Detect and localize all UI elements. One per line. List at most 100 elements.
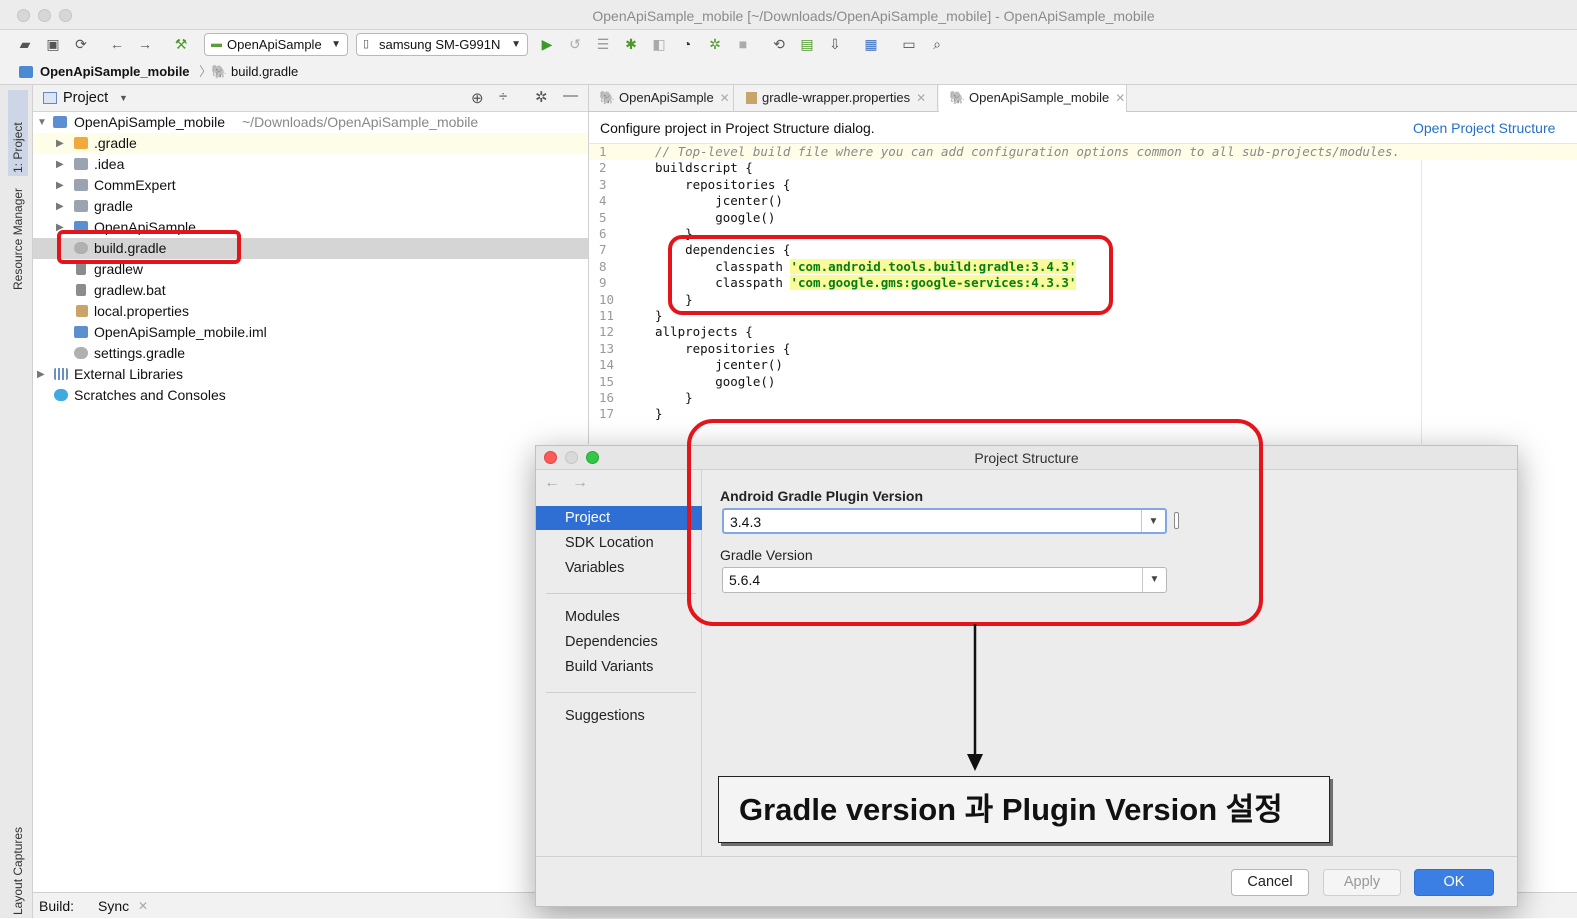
build-hammer-icon[interactable]: ⚒ xyxy=(172,35,190,53)
library-folder-icon xyxy=(74,179,88,191)
resource-manager-tab[interactable]: Resource Manager xyxy=(11,188,25,290)
forward-arrow-icon[interactable]: → xyxy=(136,35,154,53)
project-view-label[interactable]: Project xyxy=(63,90,108,106)
open-project-structure-link[interactable]: Open Project Structure xyxy=(1413,112,1555,144)
close-tab-icon[interactable]: ✕ xyxy=(1115,91,1125,105)
tree-item-scratches[interactable]: Scratches and Consoles xyxy=(33,385,588,406)
debug-icon[interactable]: ✱ xyxy=(622,35,640,53)
apply-changes-icon[interactable]: ↺ xyxy=(566,35,584,53)
save-icon[interactable]: ▣ xyxy=(44,35,62,53)
code-line: 12 allprojects { xyxy=(589,324,1577,340)
close-dialog-button[interactable] xyxy=(544,451,557,464)
close-tab-icon[interactable]: ✕ xyxy=(138,893,148,919)
line-number: 14 xyxy=(599,357,615,373)
tree-item-gradlew-bat[interactable]: gradlew.bat xyxy=(33,280,588,301)
close-tab-icon[interactable]: ✕ xyxy=(916,91,926,105)
zoom-dialog-button[interactable] xyxy=(586,451,599,464)
cancel-button[interactable]: Cancel xyxy=(1231,869,1309,896)
tab-openapisample-mobile[interactable]: 🐘 OpenApiSample_mobile ✕ xyxy=(939,85,1127,112)
code-line: 15 google() xyxy=(589,374,1577,390)
expand-arrow-icon[interactable]: ▶ xyxy=(56,154,64,175)
breadcrumb-file[interactable]: build.gradle xyxy=(231,59,298,85)
ok-button[interactable]: OK xyxy=(1414,869,1494,896)
expand-arrow-icon[interactable]: ▶ xyxy=(56,133,64,154)
tree-item-path: ~/Downloads/OpenApiSample_mobile xyxy=(242,114,479,130)
coverage-icon[interactable]: ◧ xyxy=(650,35,668,53)
notice-text: Configure project in Project Structure d… xyxy=(600,120,875,136)
nav-item-dependencies[interactable]: Dependencies xyxy=(536,630,702,654)
tree-item-idea[interactable]: ▶ .idea xyxy=(33,154,588,175)
layout-inspector-icon[interactable]: ▭ xyxy=(900,35,918,53)
tab-openapisample[interactable]: 🐘 OpenApiSample ✕ xyxy=(589,85,734,112)
line-number: 10 xyxy=(599,291,615,307)
device-combo[interactable]: ▯ samsung SM-G991N ▼ xyxy=(356,33,528,56)
code-text: } xyxy=(655,390,693,405)
sync-tab[interactable]: Sync xyxy=(98,893,129,919)
search-icon[interactable]: ⌕ xyxy=(928,35,946,53)
nav-item-suggestions[interactable]: Suggestions xyxy=(536,704,702,728)
tree-item-settings-gradle[interactable]: settings.gradle xyxy=(33,343,588,364)
profile-icon[interactable]: ◔ xyxy=(678,35,696,53)
code-text: google() xyxy=(655,373,776,389)
sdk-manager-icon[interactable]: ⇩ xyxy=(826,35,844,53)
gradle-elephant-icon: 🐘 xyxy=(211,64,228,79)
minimize-dialog-button[interactable] xyxy=(565,451,578,464)
code-text: // Top-level build file where you can ad… xyxy=(655,144,1401,159)
back-arrow-icon[interactable]: ← xyxy=(544,474,560,492)
apply-code-changes-icon[interactable]: ☰ xyxy=(594,35,612,53)
attach-debugger-icon[interactable]: ✲ xyxy=(706,35,724,53)
apply-button[interactable]: Apply xyxy=(1323,869,1401,896)
nav-item-build-variants[interactable]: Build Variants xyxy=(536,655,702,679)
close-tab-icon[interactable]: ✕ xyxy=(720,91,730,105)
run-config-label: OpenApiSample xyxy=(227,37,322,52)
nav-item-variables[interactable]: Variables xyxy=(536,556,702,580)
code-text: } xyxy=(655,308,663,323)
properties-file-icon xyxy=(746,92,757,104)
sync-icon[interactable]: ⟳ xyxy=(72,35,90,53)
project-structure-icon[interactable]: ▦ xyxy=(862,35,880,53)
tree-item-root[interactable]: ▼ OpenApiSample_mobile ~/Downloads/OpenA… xyxy=(33,112,588,133)
tree-item-gradle[interactable]: ▶ gradle xyxy=(33,196,588,217)
line-number: 17 xyxy=(599,406,615,422)
breadcrumb-project[interactable]: OpenApiSample_mobile xyxy=(40,59,190,85)
stop-icon[interactable]: ■ xyxy=(734,35,752,53)
nav-item-project[interactable]: Project xyxy=(536,506,702,530)
expand-arrow-icon[interactable]: ▼ xyxy=(37,112,47,133)
avd-manager-icon[interactable]: ▤ xyxy=(798,35,816,53)
gradle-sync-icon[interactable]: ⟲ xyxy=(770,35,788,53)
back-arrow-icon[interactable]: ← xyxy=(108,35,126,53)
layout-captures-tab[interactable]: Layout Captures xyxy=(11,827,25,915)
tree-item-commexpert[interactable]: ▶ CommExpert xyxy=(33,175,588,196)
expand-arrow-icon[interactable]: ▶ xyxy=(56,175,64,196)
module-file-icon xyxy=(74,326,88,338)
forward-arrow-icon[interactable]: → xyxy=(572,474,588,492)
expand-arrow-icon[interactable]: ▶ xyxy=(56,196,64,217)
nav-item-sdk-location[interactable]: SDK Location xyxy=(536,531,702,555)
tree-item-dot-gradle[interactable]: ▶ .gradle xyxy=(33,133,588,154)
locate-file-icon[interactable]: ⊕ xyxy=(471,89,484,107)
tree-item-label: local.properties xyxy=(94,303,189,319)
tree-item-local-properties[interactable]: local.properties xyxy=(33,301,588,322)
collapse-all-icon[interactable]: ÷ xyxy=(499,88,507,105)
gear-icon[interactable]: ✲ xyxy=(535,88,548,106)
editor-tab-bar: 🐘 OpenApiSample ✕ gradle-wrapper.properti… xyxy=(588,85,1577,112)
nav-item-modules[interactable]: Modules xyxy=(536,605,702,629)
chevron-down-icon: ▼ xyxy=(511,39,521,50)
run-config-combo[interactable]: ▬ OpenApiSample ▼ xyxy=(204,33,348,56)
code-line: 1 // Top-level build file where you can a… xyxy=(589,144,1577,161)
open-folder-icon[interactable]: ▰ xyxy=(16,35,34,53)
tree-item-iml[interactable]: OpenApiSample_mobile.iml xyxy=(33,322,588,343)
tab-label: OpenApiSample_mobile xyxy=(969,90,1110,105)
line-number: 5 xyxy=(599,209,607,225)
expand-arrow-icon[interactable]: ▶ xyxy=(37,364,45,385)
tree-item-label: .gradle xyxy=(94,135,137,151)
hide-panel-icon[interactable]: — xyxy=(563,87,578,104)
tab-gradle-wrapper[interactable]: gradle-wrapper.properties ✕ xyxy=(736,85,938,112)
chevron-down-icon[interactable]: ▼ xyxy=(119,93,128,103)
phone-icon: ▯ xyxy=(363,38,370,50)
line-number: 4 xyxy=(599,193,607,209)
tree-item-external-libraries[interactable]: ▶ External Libraries xyxy=(33,364,588,385)
folder-icon xyxy=(74,200,88,212)
chevron-down-icon: ▼ xyxy=(331,39,341,50)
run-icon[interactable]: ▶ xyxy=(538,35,556,53)
